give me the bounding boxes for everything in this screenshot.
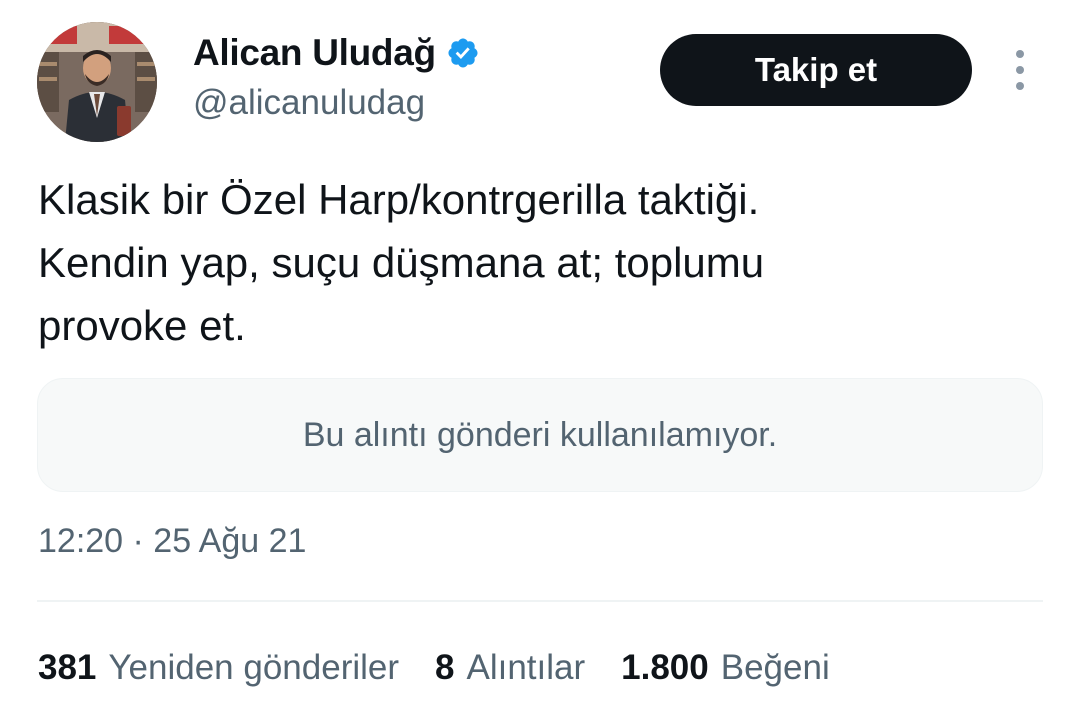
quote-unavailable-box: Bu alıntı gönderi kullanılamıyor. [37, 378, 1043, 492]
likes-count: 1.800 [621, 648, 709, 687]
author-name-row: Alican Uludağ [193, 30, 480, 76]
divider [37, 600, 1043, 602]
tweet-text: Klasik bir Özel Harp/kontrgerilla taktiğ… [38, 168, 1018, 357]
retweets-label: Yeniden gönderiler [108, 648, 400, 687]
tweet-text-line: Klasik bir Özel Harp/kontrgerilla taktiğ… [38, 176, 760, 223]
avatar-photo [37, 22, 157, 142]
author-handle[interactable]: @alicanuludag [193, 80, 425, 126]
quotes-stat[interactable]: 8 Alıntılar [435, 648, 585, 688]
retweets-count: 381 [38, 648, 97, 687]
more-dot [1016, 82, 1024, 90]
retweets-stat[interactable]: 381 Yeniden gönderiler [38, 648, 399, 688]
tweet-timestamp[interactable]: 12:20 · 25 Ağu 21 [38, 518, 306, 564]
verified-badge-icon [448, 38, 478, 68]
avatar[interactable] [37, 22, 157, 142]
tweet-text-line: provoke et. [38, 302, 246, 349]
more-options-icon[interactable] [1008, 50, 1032, 90]
engagement-stats: 381 Yeniden gönderiler 8 Alıntılar 1.800… [38, 648, 830, 688]
more-dot [1016, 50, 1024, 58]
quotes-count: 8 [435, 648, 455, 687]
follow-button[interactable]: Takip et [660, 34, 972, 106]
likes-stat[interactable]: 1.800 Beğeni [621, 648, 830, 688]
tweet-text-line: Kendin yap, suçu düşmana at; toplumu [38, 239, 765, 286]
author-display-name[interactable]: Alican Uludağ [193, 30, 436, 76]
quotes-label: Alıntılar [466, 648, 586, 687]
likes-label: Beğeni [720, 648, 830, 687]
quote-unavailable-text: Bu alıntı gönderi kullanılamıyor. [302, 415, 778, 454]
more-dot [1016, 66, 1024, 74]
